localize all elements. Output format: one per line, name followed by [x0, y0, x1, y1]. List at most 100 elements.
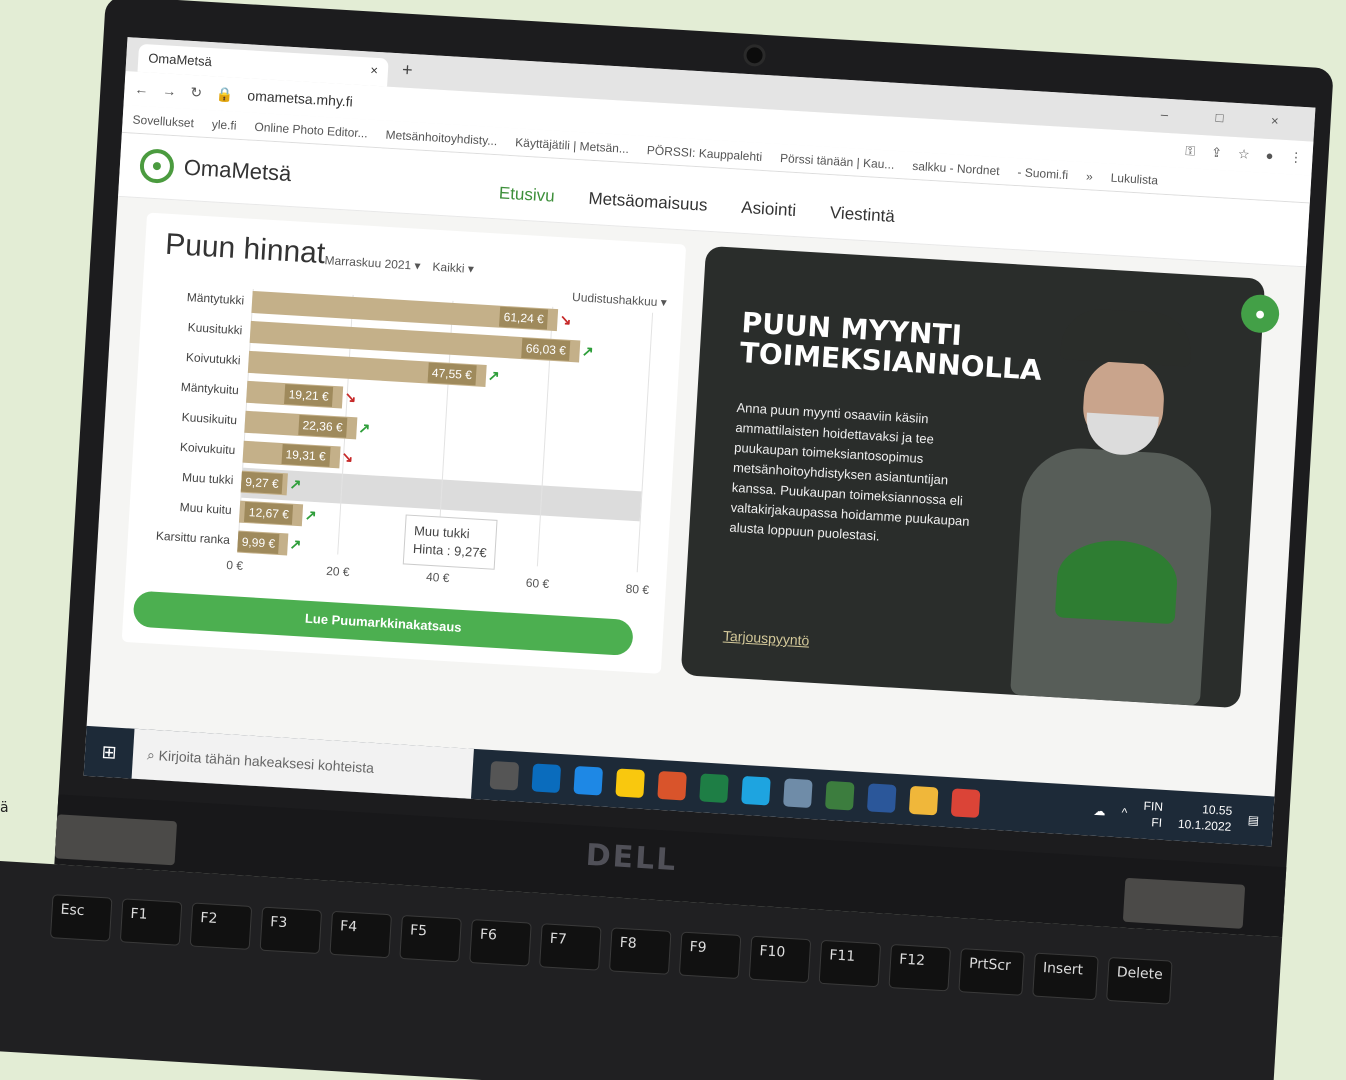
window-controls[interactable]: – □ ×	[1160, 107, 1301, 130]
forward-icon[interactable]: →	[162, 82, 177, 99]
excel-icon[interactable]	[699, 773, 729, 804]
key-f11[interactable]: F11	[818, 939, 882, 988]
task-view-icon[interactable]	[489, 760, 520, 791]
star-icon[interactable]: ☆	[1238, 146, 1251, 163]
trend-up-icon: ↗	[289, 535, 302, 553]
quote-request-link[interactable]: Tarjouspyyntö	[723, 627, 810, 648]
category-label: Kuusikuitu	[181, 409, 238, 428]
key-f4[interactable]: F4	[329, 910, 392, 959]
trend-up-icon: ↗	[304, 506, 318, 524]
chart-tooltip: Muu tukki Hinta : 9,27€	[403, 514, 498, 570]
edge-icon[interactable]	[573, 765, 604, 796]
bookmark-apps[interactable]: Sovellukset	[132, 112, 194, 130]
hinge-left	[54, 814, 178, 866]
globe-icon[interactable]	[824, 780, 855, 811]
key-f8[interactable]: F8	[608, 927, 672, 975]
key-f10[interactable]: F10	[748, 935, 812, 984]
profile-icon[interactable]: ●	[1265, 148, 1274, 164]
back-icon[interactable]: ←	[134, 81, 149, 98]
brand-logo[interactable]: OmaMetsä	[138, 148, 292, 191]
bookmark-suomifi[interactable]: - Suomi.fi	[1017, 165, 1068, 182]
key-f3[interactable]: F3	[259, 906, 323, 955]
page-title: Puun hinnat	[164, 227, 327, 271]
trend-up-icon: ↗	[358, 419, 371, 437]
key-delete[interactable]: Delete	[1106, 956, 1173, 1005]
category-label: Kuusitukki	[187, 320, 243, 338]
chrome-icon[interactable]	[950, 788, 981, 818]
tray-chevron-icon[interactable]: ^	[1121, 805, 1127, 819]
harvest-type-dropdown[interactable]: Uudistushakkuu ▾	[572, 290, 667, 310]
key-insert[interactable]: Insert	[1032, 952, 1099, 1001]
key-esc[interactable]: Esc	[49, 894, 113, 942]
key-f6[interactable]: F6	[469, 919, 532, 967]
clock[interactable]: 10.55 10.1.2022	[1178, 800, 1233, 835]
windows-start-icon[interactable]: ⊞	[84, 726, 135, 779]
reading-list[interactable]: Lukulista	[1110, 170, 1158, 187]
price-chart: 0 € 20 € 40 € 60 € 80 € Mäntytukki 61,24 € ↘ Kuu…	[135, 283, 672, 623]
bookmark-kauppalehti[interactable]: PÖRSSI: Kauppalehti	[647, 143, 763, 164]
key-f5[interactable]: F5	[399, 914, 462, 963]
file-explorer-icon[interactable]	[908, 785, 939, 816]
outlook-icon[interactable]	[531, 763, 562, 794]
x-tick-label: 60 €	[525, 575, 550, 592]
bookmark-account[interactable]: Käyttäjätili | Metsän...	[515, 135, 629, 156]
gridline	[636, 312, 654, 573]
category-dropdown[interactable]: Kaikki ▾	[432, 260, 474, 276]
wood-price-card: Puun hinnat Marraskuu 2021 ▾ Kaikki ▾ Uu…	[121, 212, 687, 674]
notification-icon[interactable]: ▤	[1247, 813, 1259, 828]
nav-viestinta[interactable]: Viestintä	[829, 203, 895, 227]
powerpoint-icon[interactable]	[657, 770, 687, 801]
key-f1[interactable]: F1	[119, 898, 183, 946]
trend-up-icon: ↗	[487, 367, 501, 384]
key-prtscr[interactable]: PrtScr	[958, 948, 1025, 996]
menu-icon[interactable]: ⋮	[1289, 149, 1303, 166]
hinge-right	[1122, 877, 1246, 929]
bookmark-mhy[interactable]: Metsänhoitoyhdisty...	[385, 127, 497, 148]
promo-banner: PUUN MYYNTI TOIMEKSIANNOLLA Anna puun my…	[680, 245, 1266, 709]
system-tray: ☁ ^ FIN FI 10.55 10.1.2022 ▤	[1093, 795, 1274, 838]
nav-etusivu[interactable]: Etusivu	[498, 183, 555, 206]
person-hat	[1060, 307, 1193, 367]
new-tab-button[interactable]: +	[401, 59, 414, 81]
skype-icon[interactable]	[741, 775, 771, 806]
category-label: Mäntytukki	[186, 290, 245, 308]
sticky-notes-icon[interactable]	[615, 768, 645, 799]
bar-value-label: 19,31 €	[281, 443, 331, 467]
word-icon[interactable]	[866, 783, 897, 813]
trend-down-icon: ↘	[559, 311, 572, 328]
remote-desktop-icon[interactable]	[783, 778, 813, 808]
trend-up-icon: ↗	[581, 342, 595, 360]
bar-value-label: 22,36 €	[298, 414, 348, 438]
language-indicator[interactable]: FIN FI	[1142, 798, 1163, 831]
reload-icon[interactable]: ↻	[190, 83, 203, 101]
url-field[interactable]: omametsa.mhy.fi	[247, 87, 353, 109]
bar-value-label: 9,27 €	[240, 471, 284, 495]
key-f12[interactable]: F12	[888, 943, 951, 992]
nav-metsaomaisuus[interactable]: Metsäomaisuus	[588, 189, 708, 216]
category-label: Muu tukki	[181, 470, 234, 488]
key-icon[interactable]: ⚿	[1185, 143, 1196, 160]
nav-asiointi[interactable]: Asiointi	[741, 198, 797, 221]
bar-value-label: 66,03 €	[521, 338, 571, 361]
close-icon[interactable]: ×	[370, 63, 378, 78]
share-icon[interactable]: ⇪	[1211, 145, 1223, 162]
x-tick-label: 80 €	[625, 581, 650, 597]
key-f9[interactable]: F9	[678, 931, 742, 980]
month-dropdown[interactable]: Marraskuu 2021 ▾	[324, 253, 421, 273]
webcam	[742, 43, 767, 67]
key-f2[interactable]: F2	[189, 902, 253, 950]
bar-value-label: 47,55 €	[427, 362, 477, 386]
bar-value-label: 12,67 €	[244, 501, 294, 525]
bookmark-porssi[interactable]: Pörssi tänään | Kau...	[780, 151, 895, 172]
tab-title: OmaMetsä	[147, 50, 213, 70]
screen: OmaMetsä × + – □ × ← → ↻ 🔒 omametsa.mhy.…	[83, 37, 1316, 847]
bookmark-yle[interactable]: yle.fi	[212, 117, 237, 132]
bookmark-photo-editor[interactable]: Online Photo Editor...	[254, 119, 368, 140]
trend-up-icon: ↗	[289, 475, 302, 493]
onedrive-icon[interactable]: ☁	[1093, 804, 1106, 819]
bookmark-nordnet[interactable]: salkku - Nordnet	[912, 158, 1000, 177]
bookmark-overflow[interactable]: »	[1086, 169, 1094, 183]
key-f7[interactable]: F7	[539, 923, 602, 971]
trend-down-icon: ↘	[341, 448, 354, 466]
user-icon: ●	[1254, 303, 1267, 325]
